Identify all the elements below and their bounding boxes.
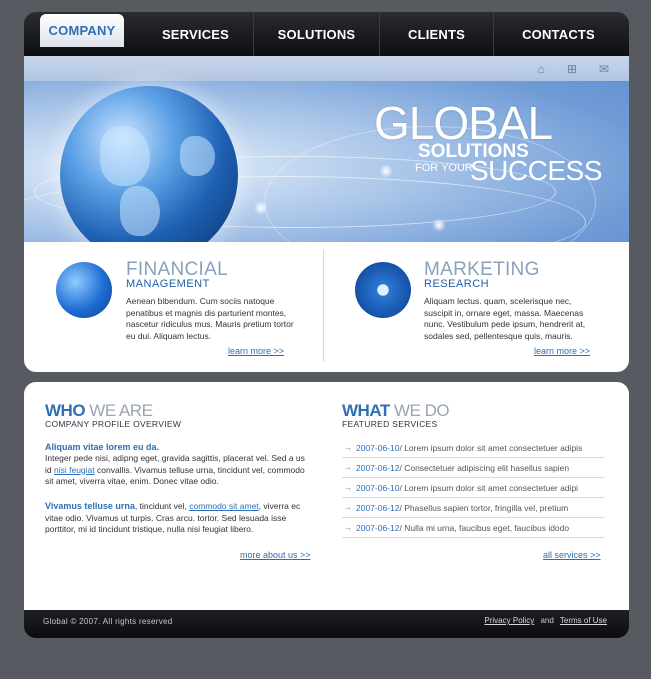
list-item[interactable]: → 2007-06-10 / Lorem ipsum dolor sit amet… [342,438,604,458]
footer: Global © 2007. All rights reserved Priva… [24,610,629,638]
learn-more-financial-link[interactable]: learn more >> [228,346,284,356]
nav-solutions[interactable]: SOLUTIONS [254,12,380,56]
feature-text-financial: Aenean bibendum. Cum sociis natoque pena… [126,296,294,341]
who-paragraph-2-title: Vivamus telluse urna [45,501,135,511]
nav-services[interactable]: SERVICES [138,12,254,56]
item-text: / Phasellus sapien tortor, fringilla vel… [399,502,569,513]
nav-company[interactable]: COMPANY [40,14,124,47]
item-text: / Nulla mi urna, faucibus eget, faucibus… [399,522,570,533]
mail-icon[interactable]: ✉ [599,63,609,75]
pie-chart-icon [56,262,112,318]
more-about-us-link[interactable]: more about us >> [240,550,311,560]
who-heading-bold: WHO [45,401,86,420]
utility-icons: ⌂ ⊞ ✉ [538,63,609,75]
services-list: → 2007-06-10 / Lorem ipsum dolor sit amet… [342,438,604,538]
content-panel: WHO WE ARE COMPANY PROFILE OVERVIEW Aliq… [24,382,629,610]
hero-title: GLOBAL SOLUTIONS FOR YOUR SUCCESS [374,97,602,186]
hero-title-success: SUCCESS [470,155,602,186]
arrow-right-icon: → [344,463,352,472]
gear-icon [355,262,411,318]
features-panel: FINANCIAL MANAGEMENT Aenean bibendum. Cu… [24,242,629,372]
light-spark [432,218,446,232]
feature-title-financial: FINANCIAL [126,259,228,280]
all-services-link[interactable]: all services >> [543,550,601,560]
item-date: 2007-06-12 [356,522,400,533]
hero-title-for-your: FOR YOUR [415,162,473,174]
hero-banner: ⌂ ⊞ ✉ GLOBAL SOLUTIONS FOR YOUR SUCCESS [24,56,629,242]
hero-title-global: GLOBAL [374,97,553,149]
who-heading-light: WE ARE [89,401,153,420]
globe-image [60,86,238,242]
nav-contacts[interactable]: CONTACTS [494,12,623,56]
arrow-right-icon: → [344,443,352,452]
what-heading-bold: WHAT [342,401,390,420]
light-spark [379,164,393,178]
arrow-right-icon: → [344,483,352,492]
what-subtitle: FEATURED SERVICES [342,419,438,429]
commodo-sit-amet-link[interactable]: commodo sit amet [189,501,258,511]
privacy-policy-link[interactable]: Privacy Policy [484,616,534,625]
footer-and-text: and [540,616,554,625]
who-subtitle: COMPANY PROFILE OVERVIEW [45,419,182,429]
what-heading-light: WE DO [393,401,450,420]
item-date: 2007-06-12 [356,462,400,473]
terms-of-use-link[interactable]: Terms of Use [560,616,607,625]
feature-text-marketing: Aliquam lectus. quam, scelerisque nec, s… [424,296,586,341]
item-date: 2007-06-10 [356,442,400,453]
feature-title-marketing: MARKETING [424,259,540,280]
arrow-right-icon: → [344,523,352,532]
list-item[interactable]: → 2007-06-10 / Lorem ipsum dolor sit amet… [342,478,604,498]
nav-clients[interactable]: CLIENTS [380,12,494,56]
light-spark [254,201,268,215]
who-paragraph-2-text-a: , tincidunt vel, [134,501,190,511]
who-we-are-heading: WHO WE ARE [45,401,153,420]
list-item[interactable]: → 2007-06-12 / Nulla mi urna, faucibus eg… [342,518,604,538]
learn-more-marketing-link[interactable]: learn more >> [534,346,590,356]
sitemap-icon[interactable]: ⊞ [567,63,577,75]
item-date: 2007-06-10 [356,482,400,493]
feature-divider [323,250,324,362]
item-date: 2007-06-12 [356,502,400,513]
who-paragraph-1-title: Aliquam vitae lorem eu da. [45,442,160,452]
copyright-text: Global © 2007. All rights reserved [43,617,173,626]
item-text: / Consectetuer adipiscing elit hasellus … [399,462,570,473]
top-nav: COMPANY SERVICES SOLUTIONS CLIENTS CONTA… [24,12,629,56]
who-paragraph-2: Vivamus telluse urna, tincidunt vel, com… [45,501,313,536]
footer-links: Privacy Policy and Terms of Use [484,616,607,625]
nisi-feugiat-link[interactable]: nisi feugiat [54,465,95,475]
what-we-do-heading: WHAT WE DO [342,401,450,420]
item-text: / Lorem ipsum dolor sit amet consectetue… [399,442,583,453]
home-icon[interactable]: ⌂ [538,63,545,75]
list-item[interactable]: → 2007-06-12 / Consectetuer adipiscing el… [342,458,604,478]
arrow-right-icon: → [344,503,352,512]
list-item[interactable]: → 2007-06-12 / Phasellus sapien tortor, f… [342,498,604,518]
who-paragraph-1: Integer pede nisi, adipng eget, gravida … [45,453,313,488]
feature-subtitle-management: MANAGEMENT [126,278,210,290]
feature-subtitle-research: RESEARCH [424,278,490,290]
item-text: / Lorem ipsum dolor sit amet consectetue… [399,482,579,493]
